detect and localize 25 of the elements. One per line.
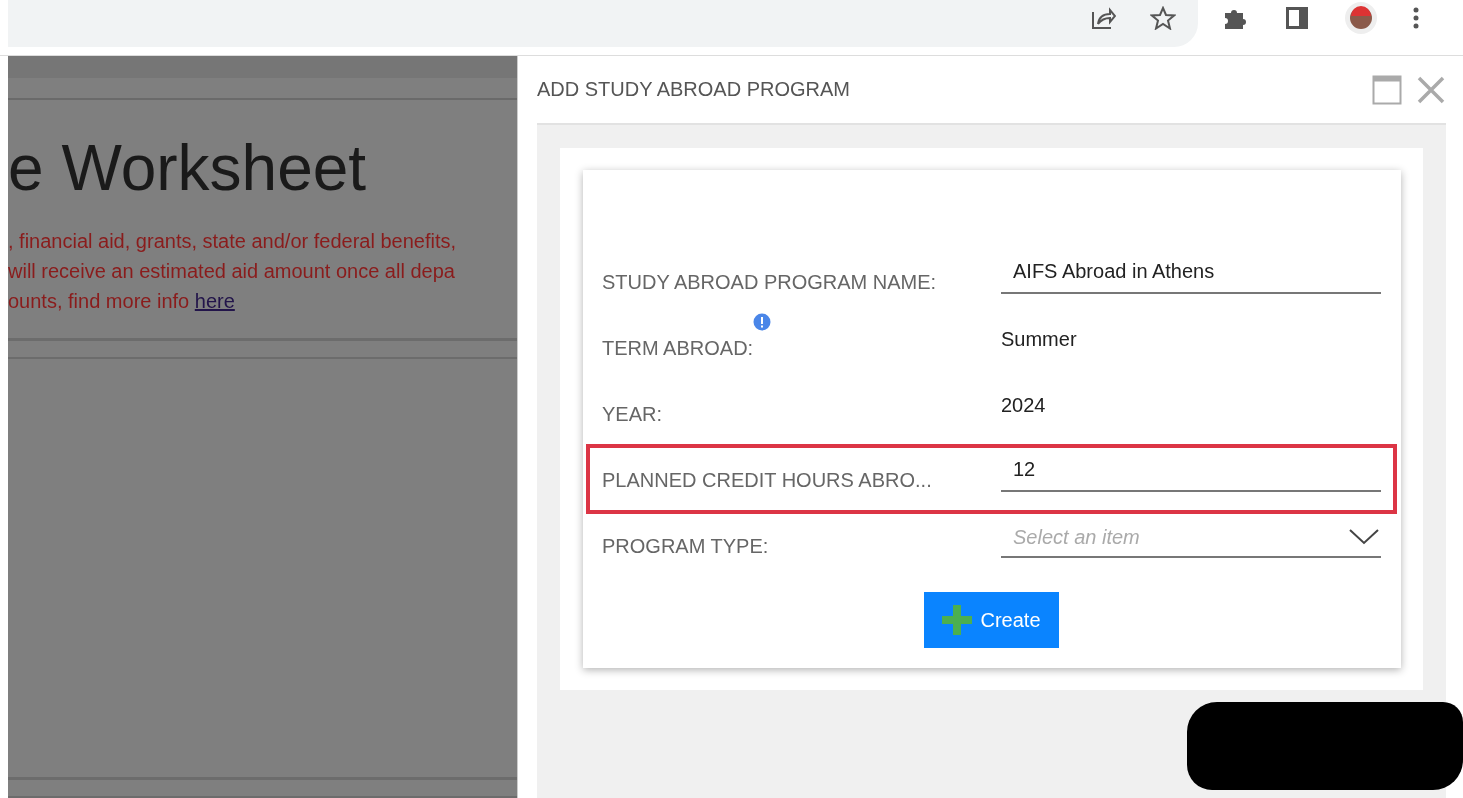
dialog-title: ADD STUDY ABROAD PROGRAM	[537, 78, 852, 101]
menu-icon[interactable]	[1412, 6, 1420, 30]
notice-text: will receive an estimated aid amount once all depa	[8, 260, 455, 282]
sidebar-icon[interactable]	[1284, 5, 1310, 31]
plus-icon	[942, 605, 973, 635]
create-button[interactable]: Create	[924, 592, 1059, 648]
field-label: PLANNED CREDIT HOURS ABRO...	[602, 467, 932, 492]
text-field[interactable]: AIFS Abroad in Athens	[1001, 260, 1381, 294]
field-label: PROGRAM TYPE:	[602, 533, 769, 558]
field-value: 2024	[1001, 393, 1047, 418]
info-icon[interactable]	[753, 312, 772, 331]
dropdown-field[interactable]: Select an item	[1001, 524, 1381, 558]
field-value: Summer	[1001, 327, 1078, 352]
here-link[interactable]: here	[194, 290, 235, 312]
notice-text: ounts, find more info	[8, 290, 191, 312]
avatar-icon[interactable]	[1344, 1, 1378, 35]
share-icon[interactable]	[1090, 6, 1116, 30]
field-label: YEAR:	[602, 401, 663, 426]
page-heading: e Worksheet	[8, 131, 368, 206]
notice-text: , financial aid, grants, state and/or federal benefits,	[8, 230, 457, 252]
text-field[interactable]: 12	[1001, 458, 1381, 492]
star-icon[interactable]	[1150, 6, 1176, 30]
chevron-icon	[1349, 529, 1379, 545]
field-label: TERM ABROAD:	[602, 335, 754, 360]
field-label: STUDY ABROAD PROGRAM NAME:	[602, 269, 937, 294]
